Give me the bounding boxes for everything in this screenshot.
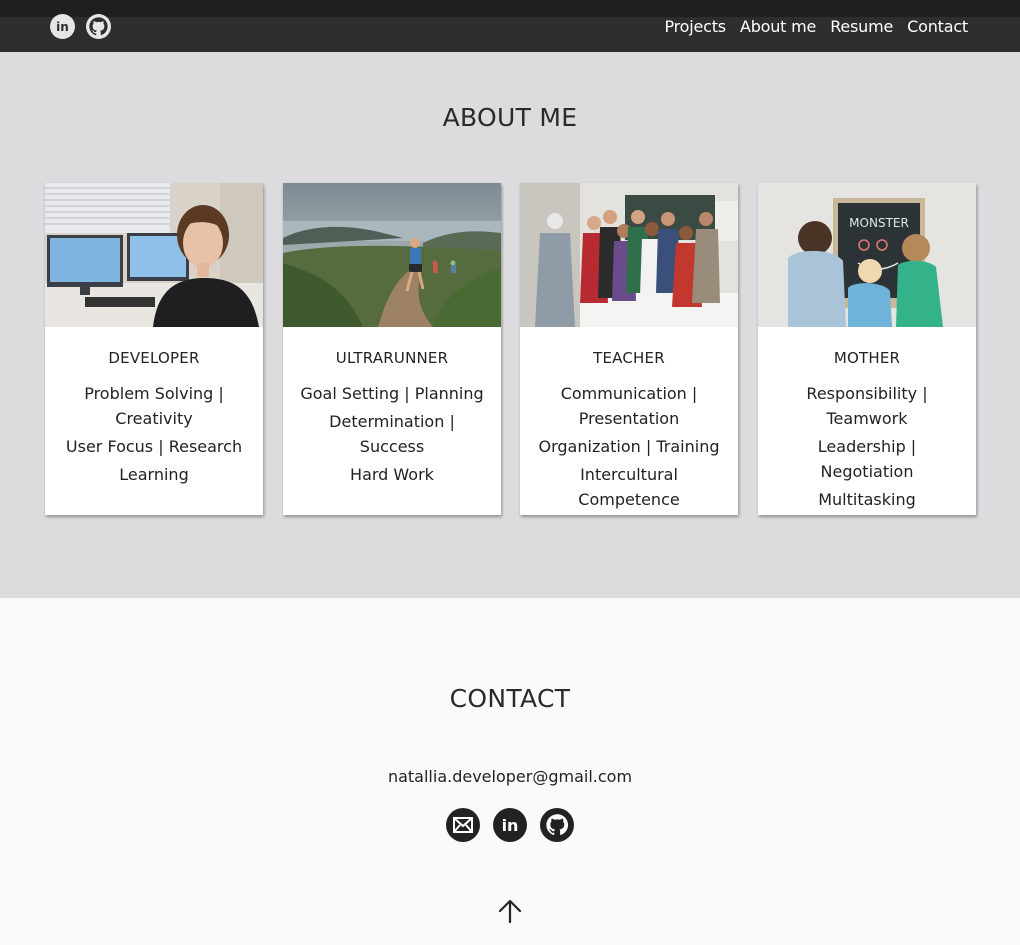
developer-photo — [45, 183, 263, 327]
ultrarunner-photo — [283, 183, 501, 327]
nav-link-contact[interactable]: Contact — [907, 17, 968, 36]
card-developer: DEVELOPER Problem Solving | Creativity U… — [45, 183, 263, 515]
skill-line: Problem Solving | Creativity — [84, 384, 224, 428]
card-teacher: TEACHER Communication | Presentation Org… — [520, 183, 738, 515]
svg-text:in: in — [502, 816, 519, 835]
skill-line: Learning — [119, 465, 189, 484]
card-skills: Communication | Presentation Organizatio… — [520, 381, 738, 512]
card-title: ULTRARUNNER — [335, 349, 449, 367]
skill-line: Determination | Success — [329, 412, 455, 456]
skill-line: Communication | Presentation — [560, 384, 698, 428]
skill-line: Hard Work — [350, 465, 434, 484]
skill-line: Intercultural Competence — [578, 465, 680, 509]
contact-email[interactable]: natallia.developer@gmail.com — [0, 767, 1020, 786]
svg-text:in: in — [56, 20, 69, 34]
about-title: ABOUT ME — [442, 103, 578, 132]
skill-line: User Focus | Research — [65, 437, 243, 456]
skill-line: Organization | Training — [538, 437, 720, 456]
nav-menu: Projects About me Resume Contact — [664, 17, 968, 36]
skill-line: Responsibility | Teamwork — [806, 384, 928, 428]
contact-title: CONTACT — [449, 684, 571, 713]
nav-link-about-me[interactable]: About me — [740, 17, 816, 36]
mother-photo: MONSTER — [758, 183, 976, 327]
skill-line: Leadership | Negotiation — [817, 437, 917, 481]
card-title: MOTHER — [833, 349, 901, 367]
teacher-photo — [520, 183, 738, 327]
email-icon[interactable] — [446, 808, 480, 842]
nav-link-resume[interactable]: Resume — [830, 17, 893, 36]
card-title: DEVELOPER — [108, 349, 200, 367]
nav-social-icons: in — [50, 13, 111, 39]
linkedin-icon[interactable]: in — [50, 13, 75, 39]
svg-text:MONSTER: MONSTER — [849, 216, 909, 230]
card-skills: Responsibility | Teamwork Leadership | N… — [758, 381, 976, 512]
github-icon[interactable] — [540, 808, 574, 842]
card-title: TEACHER — [593, 349, 665, 367]
arrow-up-icon[interactable] — [497, 898, 523, 924]
github-icon[interactable] — [86, 13, 111, 39]
about-section: ABOUT ME DEVELOPER Problem Solving | Cre… — [0, 52, 1020, 598]
card-ultrarunner: ULTRARUNNER Goal Setting | Planning Dete… — [283, 183, 501, 515]
skill-line: Multitasking — [818, 490, 916, 509]
contact-social-icons: in — [0, 808, 1020, 842]
contact-section: CONTACT natallia.developer@gmail.com in — [0, 598, 1020, 945]
skill-line: Goal Setting | Planning — [300, 384, 484, 403]
nav-link-projects[interactable]: Projects — [664, 17, 726, 36]
card-skills: Problem Solving | Creativity User Focus … — [45, 381, 263, 487]
card-mother: MONSTER MOTHER Responsibility | Teamwork… — [758, 183, 976, 515]
linkedin-icon[interactable]: in — [493, 808, 527, 842]
card-skills: Goal Setting | Planning Determination | … — [283, 381, 501, 487]
top-navbar: in Projects About me Resume Contact — [0, 0, 1020, 52]
